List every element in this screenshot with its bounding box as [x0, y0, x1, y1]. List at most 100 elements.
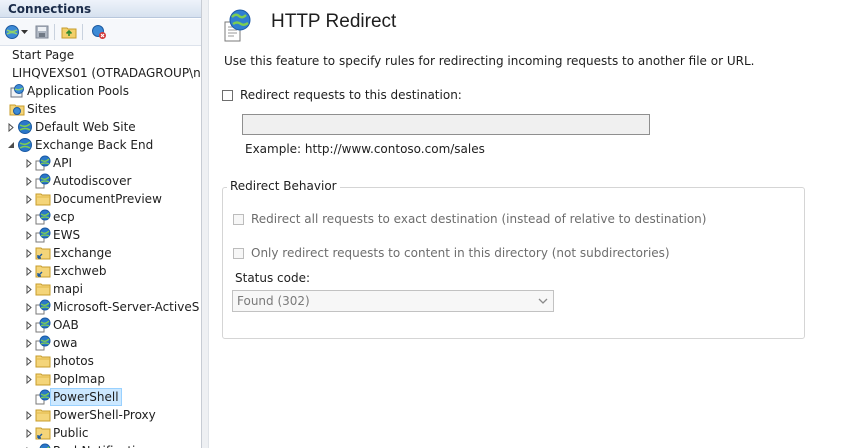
tree-node-label: Start Page — [12, 48, 75, 62]
tree-node[interactable]: LIHQVEXS01 (OTRADAGROUP\n.svir — [0, 64, 201, 82]
tree-collapsed-icon[interactable] — [24, 316, 33, 334]
globe-icon — [17, 137, 33, 153]
disconnect-icon[interactable] — [90, 23, 108, 41]
tree-node[interactable]: Microsoft-Server-ActiveS — [0, 298, 201, 316]
virtual-dir-icon — [35, 245, 51, 261]
app-globe-icon — [35, 173, 51, 189]
tree-collapsed-icon[interactable] — [24, 334, 33, 352]
destination-input[interactable] — [242, 114, 650, 135]
tree-collapsed-icon[interactable] — [24, 352, 33, 370]
tree-node[interactable]: OAB — [0, 316, 201, 334]
tree-node[interactable]: API — [0, 154, 201, 172]
tree-node-label: Application Pools — [27, 84, 129, 98]
only-directory-checkbox[interactable] — [233, 248, 244, 259]
app-globe-icon — [35, 299, 51, 315]
tree-collapsed-icon[interactable] — [24, 370, 33, 388]
folder-icon — [35, 281, 51, 297]
status-code-value: Found (302) — [237, 294, 310, 308]
tree-node[interactable]: photos — [0, 352, 201, 370]
tree-node-label: Autodiscover — [53, 174, 132, 188]
redirect-checkbox-label: Redirect requests to this destination: — [240, 88, 462, 102]
http-redirect-icon — [223, 8, 253, 42]
tree-collapsed-icon[interactable] — [24, 442, 33, 448]
destination-example: Example: http://www.contoso.com/sales — [245, 142, 485, 156]
app-globe-icon — [35, 227, 51, 243]
tree-expanded-icon[interactable] — [6, 136, 15, 154]
tree-collapsed-icon[interactable] — [6, 118, 15, 136]
tree-node[interactable]: DocumentPreview — [0, 190, 201, 208]
tree-node[interactable]: Exchange — [0, 244, 201, 262]
tree-node-label: PushNotifications — [53, 442, 157, 448]
up-folder-icon[interactable] — [60, 23, 78, 41]
tree-node[interactable]: mapi — [0, 280, 201, 298]
connections-toolbar — [0, 19, 201, 46]
tree-node-label: Sites — [27, 102, 57, 116]
connections-header: Connections — [0, 0, 201, 18]
tree-collapsed-icon[interactable] — [24, 208, 33, 226]
tree-node-label: OAB — [53, 318, 79, 332]
tree-node[interactable]: Start Page — [0, 46, 201, 64]
tree-node-label: Exchweb — [53, 264, 107, 278]
tree-node[interactable]: Application Pools — [0, 82, 201, 100]
tree-collapsed-icon[interactable] — [24, 262, 33, 280]
tree-node-label: Exchange Back End — [35, 138, 154, 152]
tree-node[interactable]: ecp — [0, 208, 201, 226]
folder-icon — [35, 191, 51, 207]
tree-node-label: owa — [53, 336, 78, 350]
tree-node[interactable]: PowerShell — [0, 388, 201, 406]
app-pools-icon — [9, 83, 25, 99]
redirect-behavior-group — [222, 187, 805, 339]
connect-dropdown-icon[interactable] — [20, 23, 29, 41]
tree-node-label: PowerShell-Proxy — [53, 408, 156, 422]
tree-node[interactable]: EWS — [0, 226, 201, 244]
tree-node[interactable]: PowerShell-Proxy — [0, 406, 201, 424]
tree-collapsed-icon[interactable] — [24, 244, 33, 262]
tree-node[interactable]: owa — [0, 334, 201, 352]
tree-node-label: PowerShell — [50, 388, 122, 406]
status-code-select[interactable]: Found (302) — [232, 290, 554, 312]
tree-node[interactable]: Autodiscover — [0, 172, 201, 190]
folder-icon — [35, 353, 51, 369]
tree-node[interactable]: Default Web Site — [0, 118, 201, 136]
exact-destination-checkbox[interactable] — [233, 214, 244, 225]
folder-icon — [35, 407, 51, 423]
redirect-checkbox[interactable] — [222, 90, 233, 101]
tree-node[interactable]: PushNotifications — [0, 442, 201, 448]
tree-node-label: photos — [53, 354, 94, 368]
tree-collapsed-icon[interactable] — [24, 226, 33, 244]
tree-node[interactable]: PopImap — [0, 370, 201, 388]
tree-collapsed-icon[interactable] — [24, 280, 33, 298]
feature-description: Use this feature to specify rules for re… — [224, 54, 755, 68]
tree-node[interactable]: Sites — [0, 100, 201, 118]
tree-node[interactable]: Exchweb — [0, 262, 201, 280]
tree-node[interactable]: Exchange Back End — [0, 136, 201, 154]
virtual-dir-icon — [35, 425, 51, 441]
tree-node-label: Exchange — [53, 246, 112, 260]
tree-collapsed-icon[interactable] — [24, 190, 33, 208]
tree-collapsed-icon[interactable] — [24, 406, 33, 424]
tree-node-label: LIHQVEXS01 (OTRADAGROUP\n.svir — [12, 66, 201, 80]
virtual-dir-icon — [35, 263, 51, 279]
save-icon[interactable] — [33, 23, 51, 41]
tree-collapsed-icon[interactable] — [24, 172, 33, 190]
connections-tree: Start Page LIHQVEXS01 (OTRADAGROUP\n.svir… — [0, 46, 201, 448]
page-title: HTTP Redirect — [271, 11, 397, 32]
tree-node-label: Microsoft-Server-ActiveS — [53, 300, 200, 314]
tree-node-label: EWS — [53, 228, 81, 242]
tree-node[interactable]: Public — [0, 424, 201, 442]
status-code-label: Status code: — [235, 271, 311, 285]
app-globe-icon — [35, 389, 51, 405]
tree-collapsed-icon[interactable] — [24, 154, 33, 172]
connections-pane: Connections Start Page LIHQVEXS01 (OTRADA… — [0, 0, 201, 448]
app-globe-icon — [35, 317, 51, 333]
only-directory-label: Only redirect requests to content in thi… — [251, 246, 670, 260]
tree-collapsed-icon[interactable] — [24, 424, 33, 442]
sites-folder-icon — [9, 101, 25, 117]
tree-node-label: PopImap — [53, 372, 105, 386]
tree-node-label: ecp — [53, 210, 75, 224]
connect-globe-icon[interactable] — [3, 23, 21, 41]
pane-splitter[interactable] — [201, 0, 209, 448]
tree-node-label: Default Web Site — [35, 120, 136, 134]
tree-collapsed-icon[interactable] — [24, 298, 33, 316]
app-globe-icon — [35, 209, 51, 225]
